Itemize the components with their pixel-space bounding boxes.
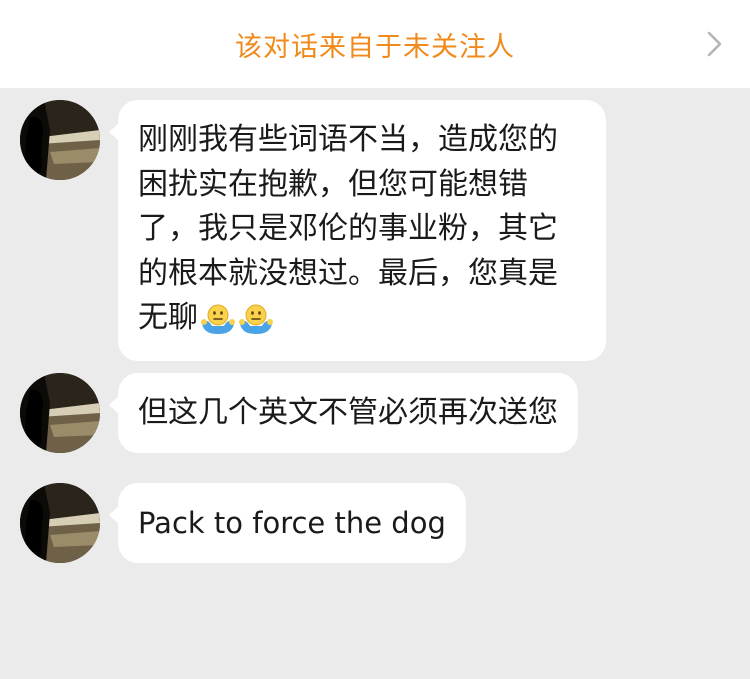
avatar[interactable]: [20, 100, 100, 180]
message-bubble[interactable]: Pack to force the dog: [109, 483, 466, 563]
avatar[interactable]: [20, 483, 100, 563]
message-bubble[interactable]: 但这几个英文不管必须再次送您: [109, 373, 578, 453]
chevron-right-icon: [702, 30, 726, 58]
message-text: 但这几个英文不管必须再次送您: [138, 395, 558, 430]
message-text: Pack to force the dog: [138, 506, 446, 540]
stranger-notice-banner[interactable]: 该对话来自于未关注人: [0, 0, 750, 88]
shrug-emoji-icon: [200, 302, 236, 336]
message-bubble[interactable]: 刚刚我有些词语不当，造成您的困扰实在抱歉，但您可能想错了，我只是邓伦的事业粉，其…: [109, 100, 606, 361]
stranger-notice-text: 该对话来自于未关注人: [235, 31, 515, 63]
shrug-emoji-icon: [238, 302, 274, 336]
avatar[interactable]: [20, 373, 100, 453]
